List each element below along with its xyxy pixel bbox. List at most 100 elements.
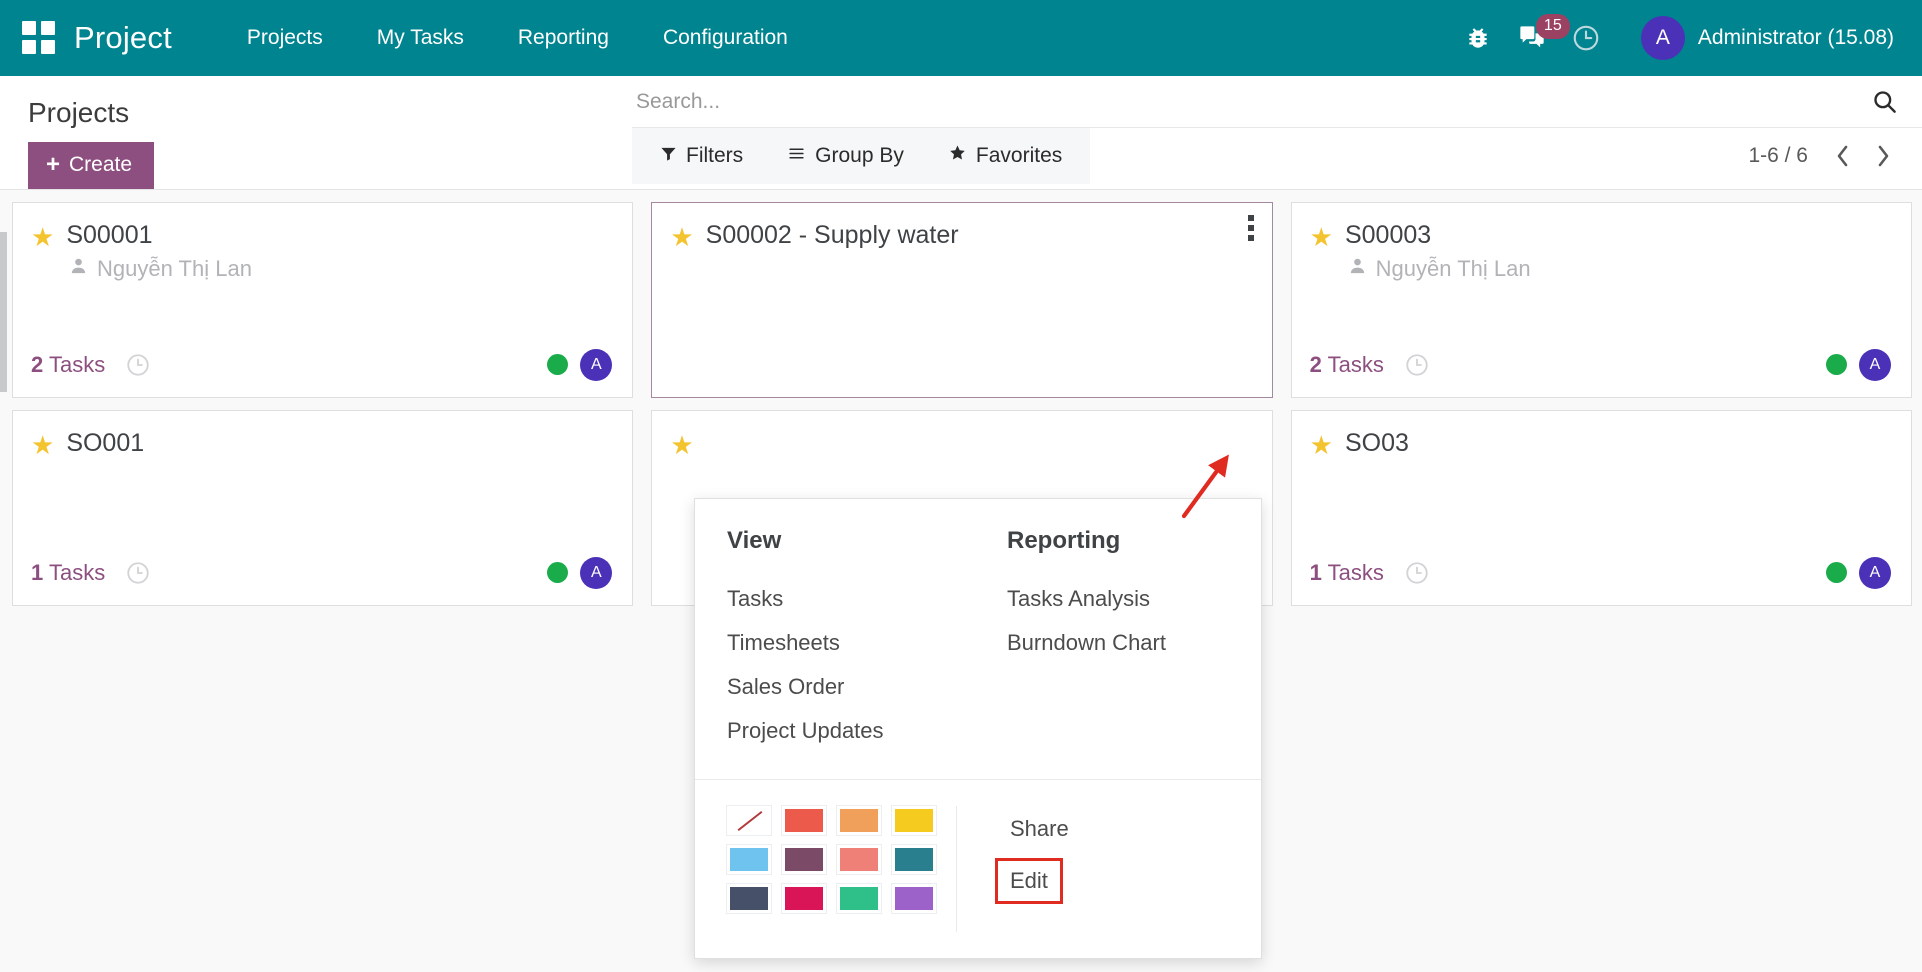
favorites-button[interactable]: Favorites <box>926 128 1084 184</box>
tasks-count: 1 <box>1310 560 1322 585</box>
color-swatch-teal[interactable] <box>892 845 936 874</box>
tasks-link[interactable]: 2 Tasks <box>1310 352 1384 378</box>
tasks-count: 1 <box>31 560 43 585</box>
menu-item-timesheets[interactable]: Timesheets <box>723 621 953 665</box>
filters-button[interactable]: Filters <box>638 128 765 184</box>
menu-item-my-tasks[interactable]: My Tasks <box>350 0 491 76</box>
dropdown-reporting-column: Reporting Tasks Analysis Burndown Chart <box>981 527 1261 753</box>
tasks-link[interactable]: 2 Tasks <box>31 352 105 378</box>
card-footer: 1 Tasks A <box>1310 557 1891 589</box>
tasks-label: Tasks <box>1328 560 1384 585</box>
page-title: Projects <box>28 98 632 129</box>
color-swatch-green[interactable] <box>837 884 881 913</box>
person-icon <box>1348 256 1367 282</box>
card-footer-right: A <box>547 557 612 589</box>
tasks-label: Tasks <box>1328 352 1384 377</box>
search-row <box>632 76 1922 128</box>
status-badge[interactable] <box>1826 354 1847 375</box>
dropdown-bottom-section: Share Edit <box>695 780 1261 958</box>
status-badge[interactable] <box>1826 562 1847 583</box>
avatar[interactable]: A <box>580 557 612 589</box>
create-button[interactable]: + Create <box>28 142 154 189</box>
kanban-card-so001[interactable]: ★ SO001 1 Tasks A <box>12 410 633 606</box>
star-icon[interactable]: ★ <box>31 432 54 458</box>
color-swatch-navy[interactable] <box>727 884 771 913</box>
avatar[interactable]: A <box>1859 557 1891 589</box>
color-swatch-red[interactable] <box>782 806 826 835</box>
clock-icon[interactable] <box>125 560 151 586</box>
menu-item-reporting[interactable]: Reporting <box>491 0 636 76</box>
apps-grid-icon[interactable] <box>22 21 56 55</box>
kanban-card-s00001[interactable]: ★ S00001 Nguyễn Thị Lan 2 Tasks <box>12 202 633 398</box>
menu-item-configuration[interactable]: Configuration <box>636 0 815 76</box>
star-icon[interactable]: ★ <box>1310 224 1333 250</box>
card-footer-right: A <box>1826 557 1891 589</box>
color-swatch-dark-purple[interactable] <box>782 845 826 874</box>
star-icon[interactable]: ★ <box>670 432 693 458</box>
menu-item-tasks-analysis[interactable]: Tasks Analysis <box>1003 577 1233 621</box>
card-header: ★ S00003 <box>1310 221 1891 250</box>
clock-icon[interactable] <box>125 352 151 378</box>
card-header: ★ SO001 <box>31 429 612 458</box>
card-title: S00003 <box>1345 221 1431 250</box>
bug-icon[interactable] <box>1451 0 1505 76</box>
tasks-count: 2 <box>31 352 43 377</box>
color-swatch-no-color[interactable] <box>727 806 771 835</box>
clock-icon[interactable] <box>1559 0 1613 76</box>
control-panel-left: Projects + Create <box>0 76 632 189</box>
pager-next-button[interactable] <box>1866 136 1900 176</box>
status-badge[interactable] <box>547 562 568 583</box>
dropdown-actions: Share Edit <box>957 806 1261 932</box>
color-swatch-violet[interactable] <box>892 884 936 913</box>
pager-previous-button[interactable] <box>1826 136 1860 176</box>
plus-icon: + <box>46 153 60 177</box>
color-swatch-orange[interactable] <box>837 806 881 835</box>
avatar[interactable]: A <box>580 349 612 381</box>
view-heading: View <box>723 527 953 555</box>
menu-item-projects[interactable]: Projects <box>220 0 350 76</box>
dot <box>1248 235 1254 241</box>
star-icon[interactable]: ★ <box>1310 432 1333 458</box>
clock-icon[interactable] <box>1404 560 1430 586</box>
control-panel: Projects + Create Filters <box>0 76 1922 190</box>
card-header: ★ <box>670 429 1251 458</box>
menu-item-tasks[interactable]: Tasks <box>723 577 953 621</box>
scroll-indicator[interactable] <box>0 232 7 392</box>
tasks-link[interactable]: 1 Tasks <box>31 560 105 586</box>
color-swatch-light-blue[interactable] <box>727 845 771 874</box>
clock-icon[interactable] <box>1404 352 1430 378</box>
kanban-card-s00003[interactable]: ★ S00003 Nguyễn Thị Lan 2 Tasks <box>1291 202 1912 398</box>
kanban-card-s00002[interactable]: ★ S00002 - Supply water <box>651 202 1272 398</box>
user-menu[interactable]: A Administrator (15.08) <box>1641 16 1898 60</box>
reporting-heading: Reporting <box>1003 527 1233 555</box>
group-by-button[interactable]: Group By <box>765 128 926 184</box>
star-icon[interactable]: ★ <box>31 224 54 250</box>
pager: 1-6 / 6 <box>1748 136 1922 176</box>
navbar-right-tools: 15 A Administrator (15.08) <box>1451 0 1898 76</box>
color-swatch-magenta[interactable] <box>782 884 826 913</box>
kanban-card-so03[interactable]: ★ SO03 1 Tasks A <box>1291 410 1912 606</box>
tasks-link[interactable]: 1 Tasks <box>1310 560 1384 586</box>
menu-item-burndown-chart[interactable]: Burndown Chart <box>1003 621 1233 665</box>
messages-icon[interactable]: 15 <box>1505 0 1559 76</box>
avatar[interactable]: A <box>1859 349 1891 381</box>
menu-item-project-updates[interactable]: Project Updates <box>723 709 953 753</box>
share-button[interactable]: Share <box>995 806 1084 852</box>
apps-grid-square <box>22 40 36 54</box>
group-by-label: Group By <box>815 128 904 184</box>
main-menu: Projects My Tasks Reporting Configuratio… <box>220 0 815 76</box>
star-icon[interactable]: ★ <box>670 224 693 250</box>
edit-button[interactable]: Edit <box>995 858 1063 904</box>
status-badge[interactable] <box>547 354 568 375</box>
color-swatch-salmon[interactable] <box>837 845 881 874</box>
menu-item-sales-order[interactable]: Sales Order <box>723 665 953 709</box>
search-input[interactable] <box>632 90 1864 114</box>
card-title: SO001 <box>66 429 144 458</box>
apps-grid-square <box>41 21 55 35</box>
card-assignee-label: Nguyễn Thị Lan <box>97 256 252 282</box>
card-options-menu-icon[interactable] <box>1234 211 1268 245</box>
app-brand-title[interactable]: Project <box>74 20 172 56</box>
search-icon[interactable] <box>1864 82 1904 122</box>
color-swatch-yellow[interactable] <box>892 806 936 835</box>
apps-grid-square <box>41 40 55 54</box>
